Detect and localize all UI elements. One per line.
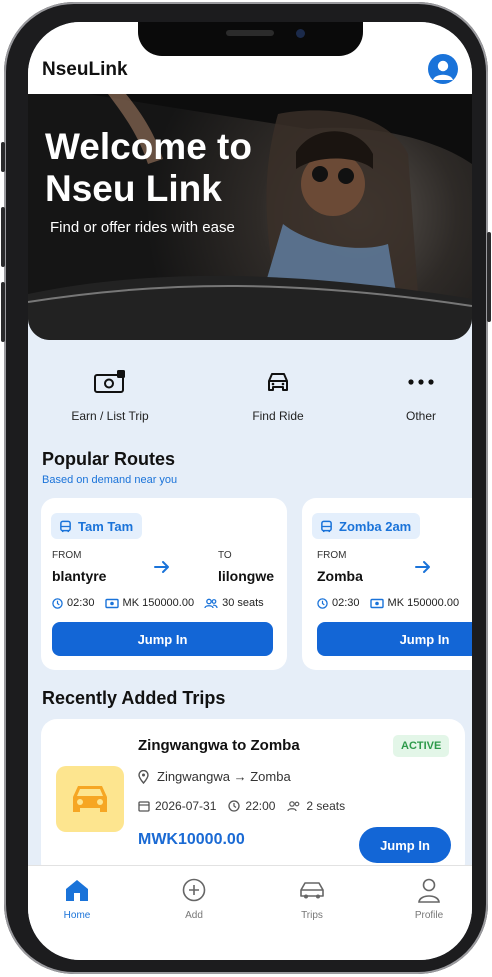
popular-routes-title: Popular Routes [42, 449, 176, 469]
tab-home[interactable]: Home [42, 876, 112, 921]
tab-add[interactable]: Add [159, 876, 229, 921]
from-city: blantyre [52, 568, 107, 584]
jump-in-button[interactable]: Jump In [359, 827, 451, 863]
trip-card[interactable]: Zingwangwa to Zomba ACTIVE Zingwangwa → … [41, 719, 465, 879]
hero-title: Welcome to Nseu Link [45, 126, 252, 209]
mute-switch [1, 142, 5, 172]
to-city: lilongwe [218, 568, 274, 584]
recent-trips-title: Recently Added Trips [42, 688, 226, 708]
trip-route: Zingwangwa → Zomba [138, 769, 291, 784]
trip-seats-group: 2 seats [287, 799, 345, 813]
tab-profile[interactable]: Profile [394, 876, 464, 921]
trip-date-group: 2026-07-31 [138, 799, 216, 813]
arrow-right-icon [415, 561, 430, 573]
route-name: Zomba 2am [339, 518, 412, 534]
from-label: FROM [52, 550, 82, 561]
cash-icon [369, 598, 384, 608]
trip-title: Zingwangwa to Zomba [138, 737, 300, 754]
route-price: MK 150000.00 [122, 597, 195, 609]
action-label: Other [405, 409, 436, 423]
trip-meta: 2026-07-31 22:00 2 seats [138, 799, 345, 813]
volume-down-button [1, 282, 5, 342]
arrow-right-icon [154, 561, 169, 573]
route-seats: 30 seats [222, 597, 264, 609]
tab-trips[interactable]: Trips [277, 876, 347, 921]
route-name-chip: Zomba 2am [312, 513, 421, 539]
brand-title: NseuLink [42, 59, 128, 80]
route-meta: 02:30 MK 150000.00 30 seats [52, 597, 264, 609]
power-button [487, 232, 491, 322]
home-icon [42, 876, 112, 904]
trip-seats: 2 seats [306, 799, 346, 813]
from-label: FROM [317, 550, 347, 561]
tab-label: Add [185, 910, 203, 921]
jump-in-button[interactable]: Jump In [317, 622, 472, 656]
trip-time: 22:00 [245, 799, 276, 813]
action-other[interactable]: Other [361, 367, 472, 423]
trip-price: MWK10000.00 [138, 831, 245, 848]
clock-icon [317, 597, 328, 609]
trip-date: 2026-07-31 [155, 799, 217, 813]
notch [138, 22, 363, 56]
money-icon [50, 367, 170, 397]
status-badge: ACTIVE [393, 735, 450, 757]
cash-icon [104, 598, 119, 608]
person-icon [394, 876, 464, 904]
car-thumbnail-icon [56, 766, 124, 832]
more-icon [361, 367, 472, 397]
action-label: Find Ride [252, 409, 304, 423]
jump-in-button[interactable]: Jump In [52, 622, 273, 656]
to-label: TO [218, 550, 232, 561]
tab-label: Profile [414, 910, 444, 921]
people-icon [287, 801, 300, 812]
tab-label: Home [63, 910, 91, 921]
route-time: 02:30 [332, 597, 360, 609]
account-avatar-icon[interactable] [428, 54, 458, 84]
route-price: MK 150000.00 [387, 597, 460, 609]
popular-routes-subtitle: Based on demand near you [42, 474, 178, 486]
bottom-tab-bar: Home Add Trips Profile [28, 865, 472, 960]
people-icon [204, 598, 218, 608]
bus-icon [60, 520, 71, 532]
action-earn-list-trip[interactable]: Earn / List Trip [50, 367, 170, 423]
calendar-icon [138, 801, 150, 812]
from-city: Zomba [317, 568, 363, 584]
car-icon [218, 367, 338, 397]
bus-icon [321, 520, 332, 532]
phone-frame: NseuLink Welcome to Nseu Link Find or of… [1, 2, 491, 974]
tab-label: Trips [301, 910, 323, 921]
trip-route-text: Zingwangwa → Zomba [157, 769, 291, 784]
trip-time-group: 22:00 [228, 799, 275, 813]
clock-icon [228, 800, 241, 812]
clock-icon [52, 597, 63, 609]
volume-up-button [1, 207, 5, 267]
action-find-ride[interactable]: Find Ride [218, 367, 338, 423]
hero-subtitle: Find or offer rides with ease [50, 219, 235, 236]
add-circle-icon [159, 876, 229, 904]
front-camera [296, 29, 305, 38]
route-name-chip: Tam Tam [51, 513, 143, 539]
location-pin-icon [138, 769, 149, 784]
route-name: Tam Tam [78, 518, 134, 534]
route-meta: 02:30 MK 150000.00 [317, 597, 459, 609]
car-outline-icon [277, 876, 347, 904]
route-time: 02:30 [67, 597, 95, 609]
app-screen: NseuLink Welcome to Nseu Link Find or of… [28, 22, 472, 960]
action-label: Earn / List Trip [71, 409, 149, 423]
speaker [226, 30, 274, 36]
